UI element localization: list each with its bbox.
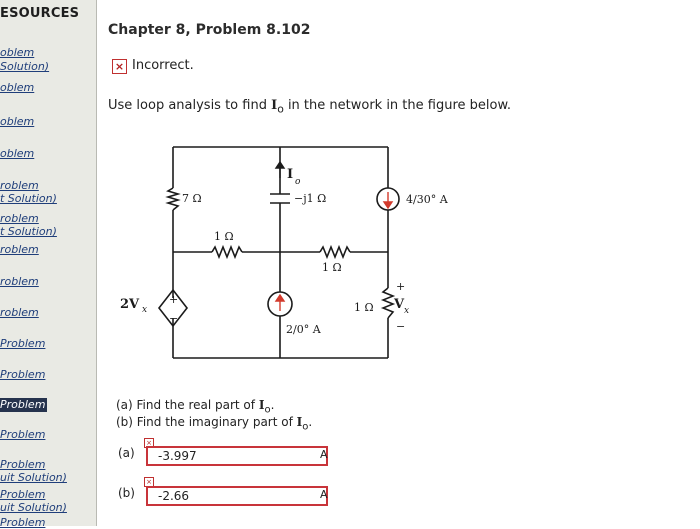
label-io: I (287, 167, 293, 182)
part-a-end: . (270, 398, 275, 412)
sidebar-item-problem[interactable]: roblem (0, 213, 39, 224)
sidebar-item-problem[interactable]: oblem (0, 148, 34, 159)
vsrc-plus: + (169, 293, 178, 306)
result-text: Incorrect. (132, 58, 194, 73)
sidebar-item-problem[interactable]: Problem (0, 489, 45, 500)
sidebar-item-solution[interactable]: uit Solution) (0, 502, 67, 513)
answer-a-unit: A (320, 448, 328, 461)
question-prefix: Use loop analysis to find (108, 98, 272, 113)
label-r2: 1 Ω (214, 230, 234, 243)
resistor-1ohm-right (319, 244, 351, 260)
sidebar-item-solution[interactable]: uit Solution) (0, 472, 67, 483)
answer-b-label: (b) (118, 486, 135, 500)
x-mark-icon: × (112, 59, 127, 74)
resistor-1ohm-left (211, 244, 243, 260)
sidebar-item-problem[interactable]: Problem (0, 459, 45, 470)
sidebar-title: ESOURCES (0, 6, 80, 21)
sidebar-item-problem[interactable]: roblem (0, 244, 39, 255)
resistor-7ohm (165, 187, 181, 211)
arrow-up-head (274, 293, 286, 302)
label-vsrc-sub: x (142, 305, 147, 315)
vsrc-minus: − (169, 312, 178, 325)
part-b-question: (b) Find the imaginary part of Io. (116, 415, 312, 432)
label-r3: 1 Ω (322, 261, 342, 274)
sidebar-item-solution[interactable]: Solution) (0, 61, 49, 72)
sidebar-item-solution[interactable]: t Solution) (0, 226, 57, 237)
question-sub: o (277, 102, 284, 116)
arrow-down-head (382, 201, 394, 210)
question-suffix: in the network in the figure below. (283, 98, 512, 113)
vx-minus: − (396, 320, 405, 333)
label-io-sub: o (295, 177, 301, 187)
resistor-1ohm-vx (380, 287, 396, 319)
sidebar-item-problem[interactable]: Problem (0, 429, 45, 440)
label-cap: −j1 Ω (294, 192, 326, 205)
sidebar-item-problem[interactable]: Problem (0, 369, 45, 380)
label-r4: 1 Ω (354, 301, 374, 314)
sidebar-item-problem[interactable]: roblem (0, 307, 39, 318)
answer-b-unit: A (320, 488, 328, 501)
label-isrc2: 2/0° A (286, 323, 322, 336)
sidebar-item-problem[interactable]: Problem (0, 517, 45, 528)
sidebar-item-problem[interactable]: Problem (0, 338, 45, 349)
sidebar-item-problem[interactable]: oblem (0, 116, 34, 127)
question-text: Use loop analysis to find Io in the netw… (108, 98, 511, 116)
label-vsrc: 2V (120, 297, 140, 312)
label-r1: 7 Ω (182, 192, 202, 205)
part-b-end: . (308, 415, 313, 429)
answer-a-input[interactable]: -3.997 (146, 446, 328, 466)
vx-plus: + (396, 280, 405, 293)
answer-a-label: (a) (118, 446, 135, 460)
part-a-question: (a) Find the real part of Io. (116, 398, 274, 415)
sidebar-item-problem[interactable]: oblem (0, 82, 34, 93)
sidebar-item-problem[interactable]: roblem (0, 180, 39, 191)
label-isrc1: 4/30° A (406, 193, 449, 206)
label-vx-sub: x (404, 306, 409, 316)
sidebar-item-solution[interactable]: t Solution) (0, 193, 57, 204)
part-a-text: (a) Find the real part of (116, 398, 259, 412)
answer-b-input[interactable]: -2.66 (146, 486, 328, 506)
part-b-text: (b) Find the imaginary part of (116, 415, 297, 429)
page-title: Chapter 8, Problem 8.102 (108, 22, 311, 38)
resources-sidebar: ESOURCES oblem Solution) oblem oblem obl… (0, 0, 97, 528)
io-arrow-head (274, 160, 286, 169)
sidebar-item-problem-selected[interactable]: Problem (0, 398, 48, 412)
circuit-diagram: 7 Ω −j1 Ω 1 Ω 1 Ω 1 Ω 4/30° A 2/0° A 2V … (120, 146, 449, 359)
sidebar-item-problem[interactable]: roblem (0, 276, 39, 287)
sidebar-item-problem[interactable]: oblem (0, 47, 34, 58)
